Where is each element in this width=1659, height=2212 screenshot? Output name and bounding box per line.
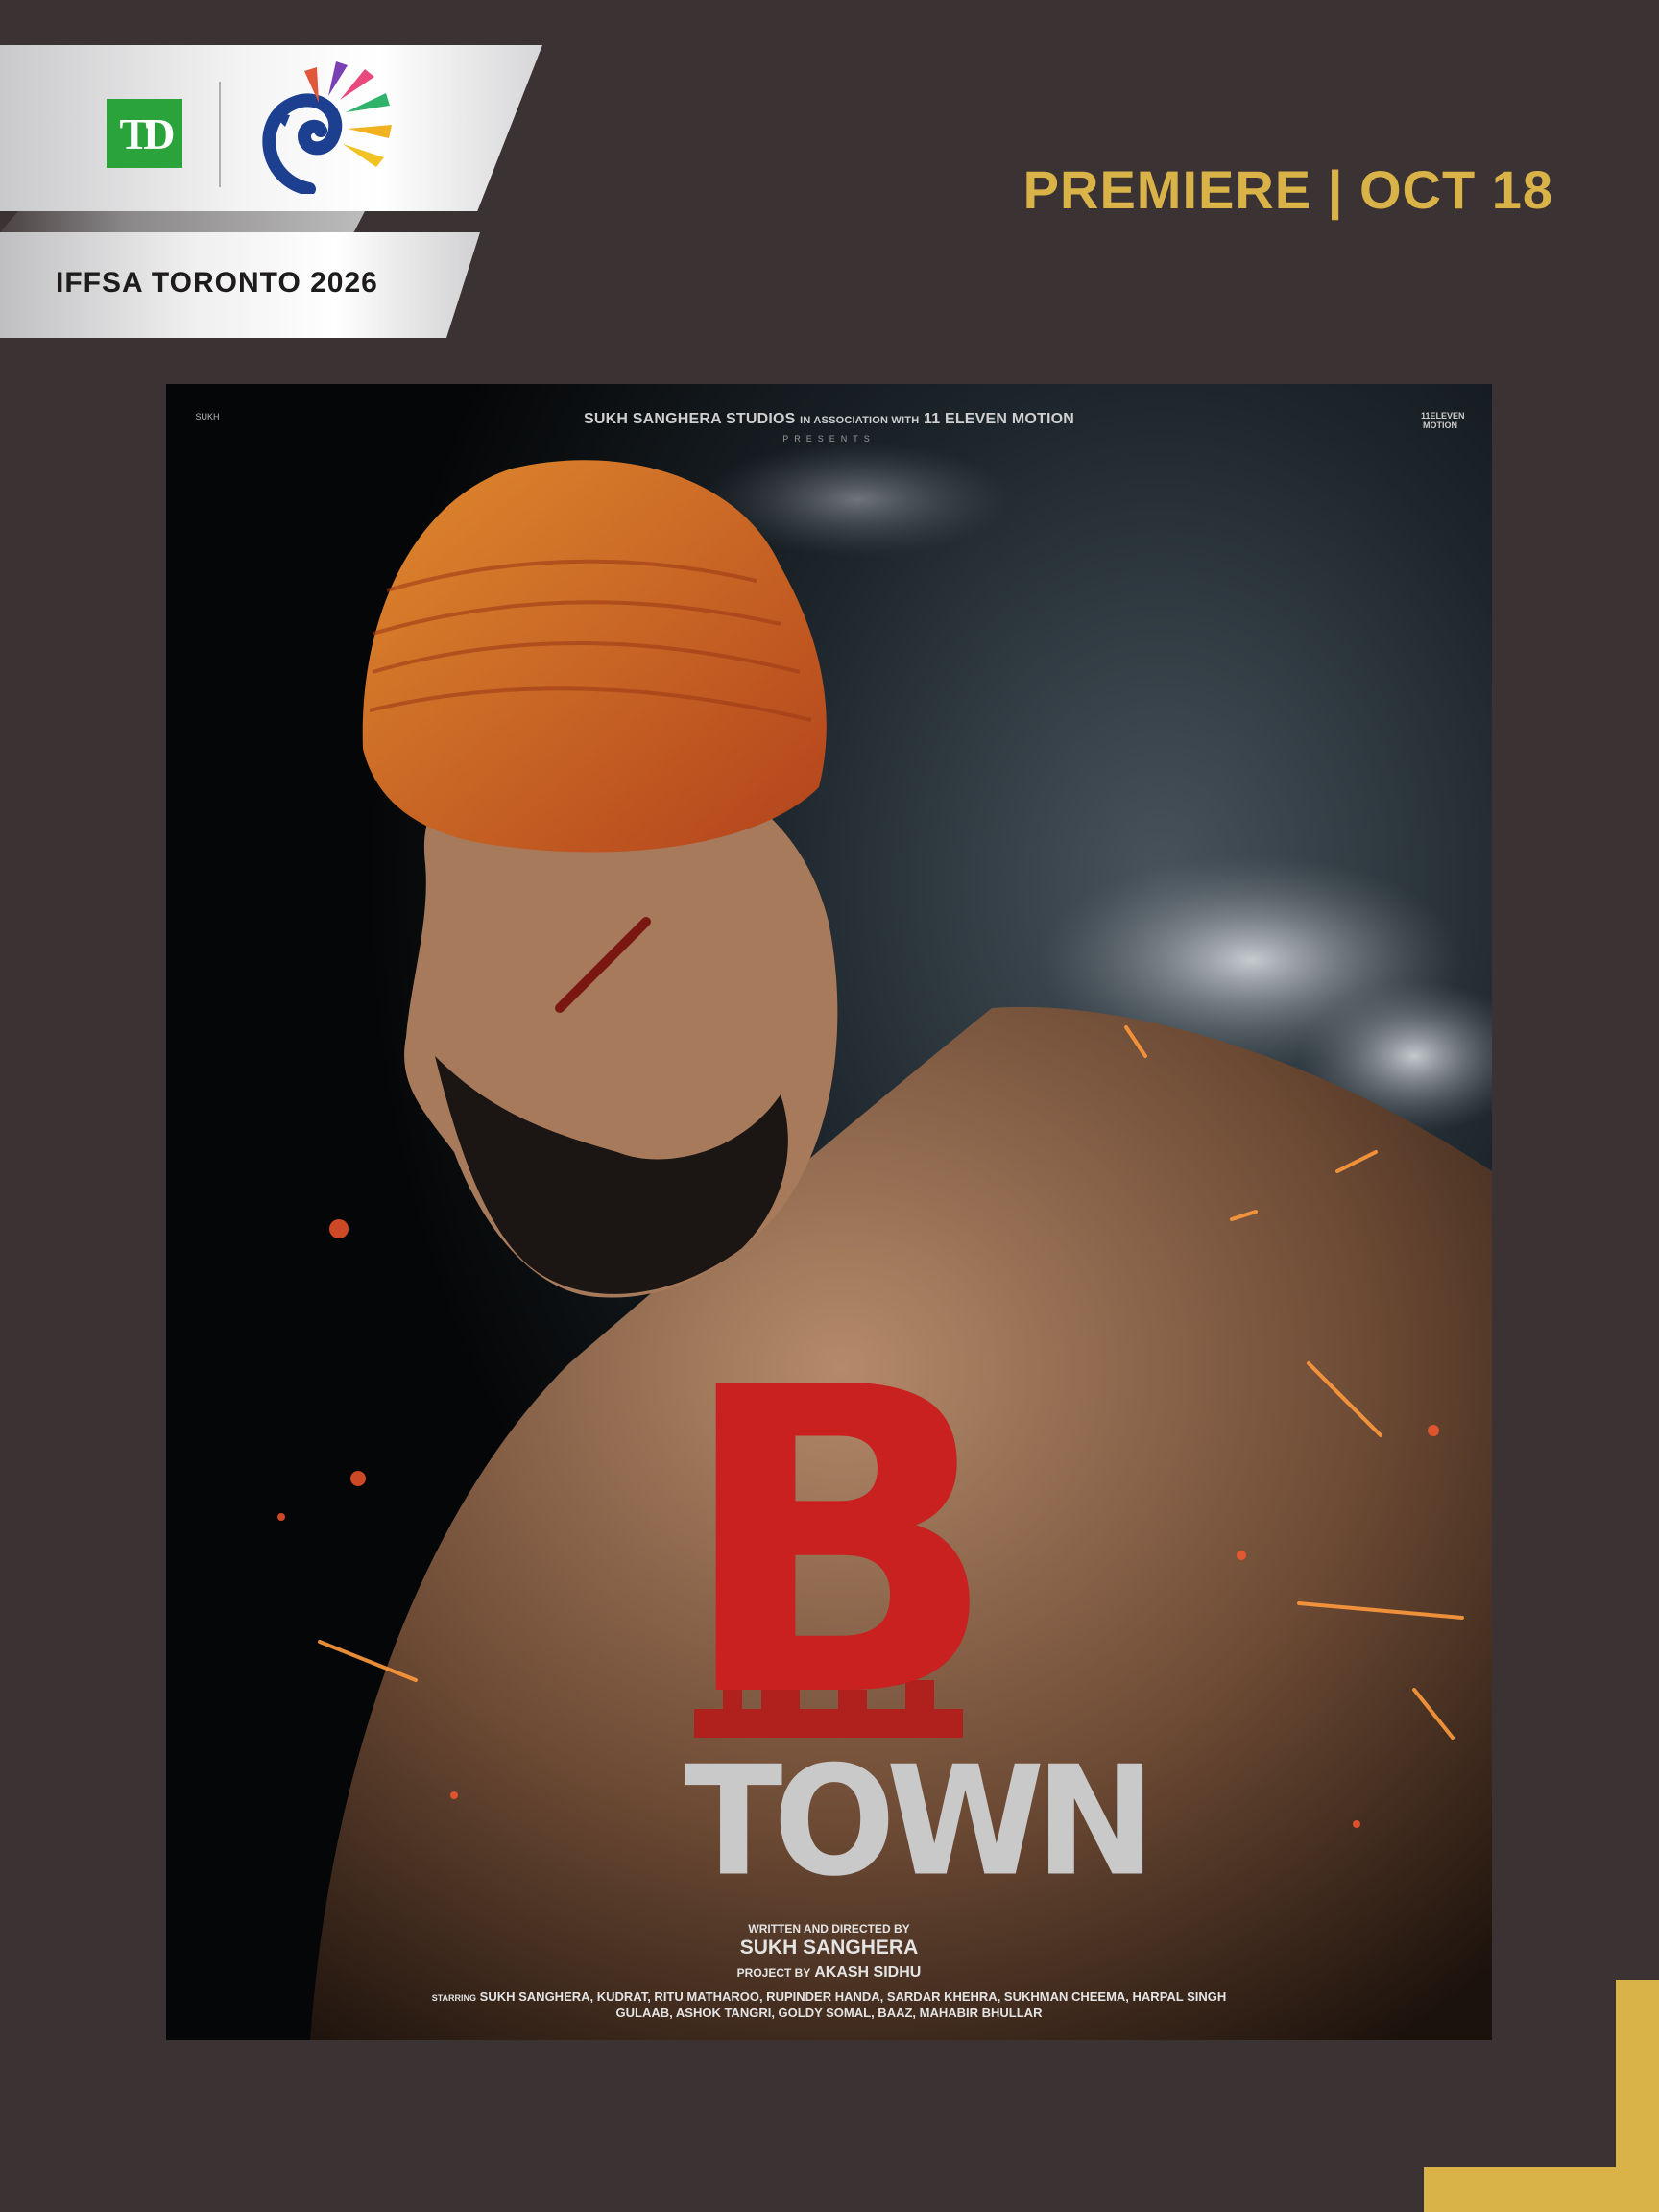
banner-divider-strip xyxy=(0,211,365,232)
premiere-date: PREMIERE | OCT 18 xyxy=(1022,159,1553,220)
project-by-line: PROJECT BY AKASH SIDHU xyxy=(166,1964,1492,1982)
festival-label: IFFSA TORONTO 2026 xyxy=(56,267,378,299)
presents-line: SUKH SANGHERA STUDIOS IN ASSOCIATION WIT… xyxy=(166,411,1492,428)
association-label: IN ASSOCIATION WITH xyxy=(800,415,920,426)
title-b-letter: B xyxy=(694,1382,982,1709)
movie-poster: SUKH 11ELEVEN MOTION SUKH SANGHERA STUDI… xyxy=(166,384,1492,2040)
gold-corner-accent xyxy=(1424,1980,1659,2212)
title-town: TOWN xyxy=(685,1734,1156,1911)
partner-studio: 11 ELEVEN MOTION xyxy=(924,411,1075,427)
studio-name: SUKH SANGHERA STUDIOS xyxy=(583,411,796,427)
td-logo: TD xyxy=(107,99,182,168)
director-name: SUKH SANGHERA xyxy=(739,1936,919,1959)
cast-credits: STARRING SUKH SANGHERA, KUDRAT, RITU MAT… xyxy=(166,1989,1492,2020)
starring-label: STARRING xyxy=(431,1993,477,2003)
presents-label: PRESENTS xyxy=(782,434,876,444)
written-directed-label: WRITTEN AND DIRECTED BY xyxy=(748,1922,910,1936)
festival-peacock-logo xyxy=(262,61,392,194)
project-by-name: AKASH SIDHU xyxy=(814,1964,922,1981)
cast-line-2: GULAAB, ASHOK TANGRI, GOLDY SOMAL, BAAZ,… xyxy=(615,2006,1043,2020)
cast-line-1: SUKH SANGHERA, KUDRAT, RITU MATHAROO, RU… xyxy=(479,1989,1227,2004)
project-by-label: PROJECT BY xyxy=(736,1966,811,1980)
title-b-text: B xyxy=(694,1382,982,1709)
logo-divider xyxy=(219,82,221,187)
